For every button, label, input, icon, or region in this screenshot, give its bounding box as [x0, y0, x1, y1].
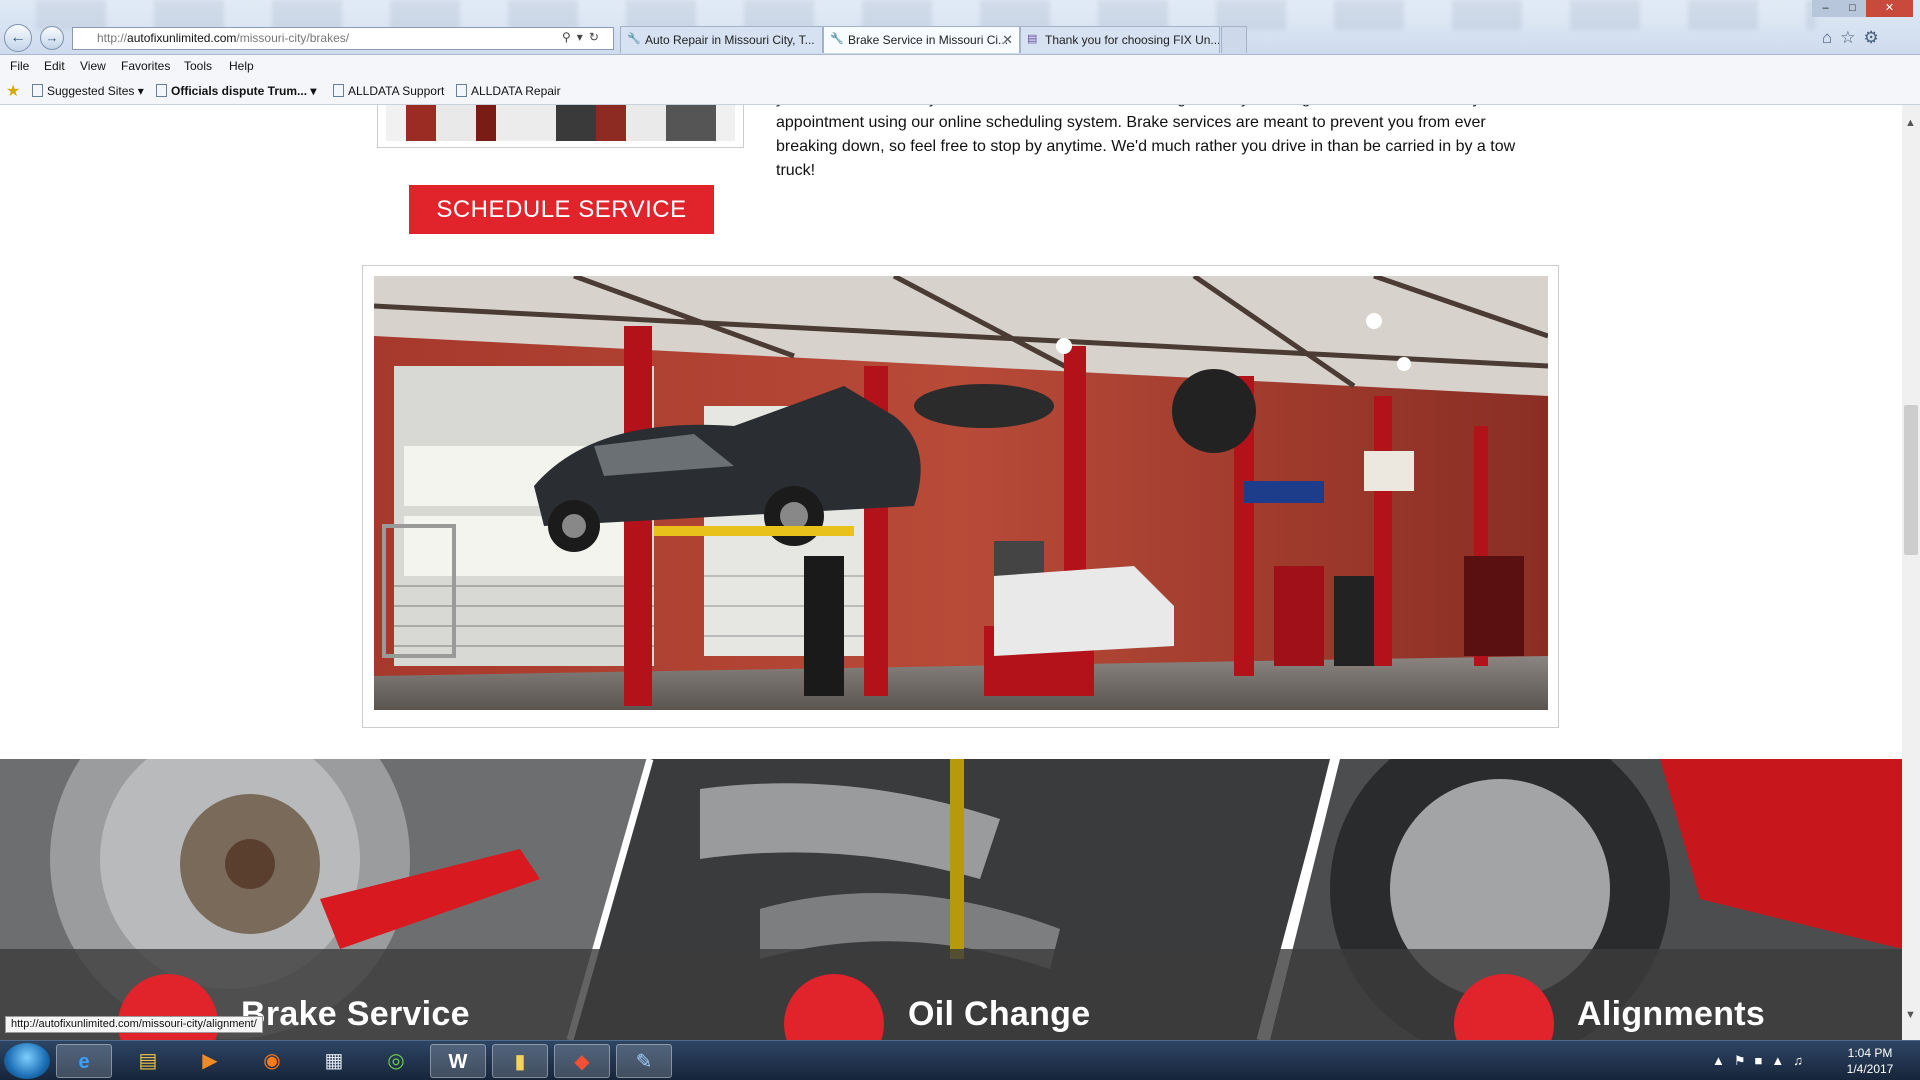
status-url-tooltip: http://autofixunlimited.com/missouri-cit… — [5, 1016, 263, 1033]
favorites-bar: ★ Suggested Sites ▾ Officials dispute Tr… — [0, 77, 1920, 105]
minimize-button[interactable]: – — [1812, 0, 1839, 17]
page-icon — [333, 84, 344, 97]
media-player-icon[interactable]: ▶ — [182, 1044, 238, 1078]
internet-explorer-icon[interactable]: e — [56, 1044, 112, 1078]
fav-officials-dispute[interactable]: Officials dispute Trum... ▾ — [156, 84, 316, 98]
address-bar[interactable]: http://autofixunlimited.com/missouri-cit… — [72, 27, 614, 50]
menu-help[interactable]: Help — [229, 59, 254, 73]
menu-favorites[interactable]: Favorites — [121, 59, 170, 73]
oil-change-link[interactable]: Oil Change — [908, 995, 1090, 1034]
wrench-icon: 🔧 — [830, 33, 844, 45]
chrome-icon[interactable]: ◎ — [368, 1044, 424, 1078]
scroll-thumb[interactable] — [1904, 405, 1918, 555]
menu-tools[interactable]: Tools — [184, 59, 212, 73]
windows-taskbar: e ▤ ▶ ◉ ▦ ◎ W ▮ ◆ ✎ ▲⚑■▲♫ 1:04 PM 1/4/20… — [0, 1040, 1920, 1080]
menu-edit[interactable]: Edit — [44, 59, 65, 73]
menu-file[interactable]: File — [10, 59, 29, 73]
brake-paragraph: your brake service. If your brakes are n… — [776, 105, 1516, 179]
close-tab-icon[interactable]: ✕ — [1002, 32, 1013, 48]
page-icon — [156, 84, 167, 97]
shop-thumbnail-image — [386, 105, 735, 141]
file-explorer-icon[interactable]: ▤ — [120, 1044, 176, 1078]
brake-service-link[interactable]: Brake Service — [241, 995, 470, 1034]
alignments-link[interactable]: Alignments — [1577, 995, 1765, 1034]
back-button[interactable]: ← — [4, 24, 32, 52]
schedule-service-button[interactable]: SCHEDULE SERVICE — [409, 185, 714, 234]
page-icon — [32, 84, 43, 97]
scroll-down-arrow-icon[interactable]: ▼ — [1905, 1009, 1916, 1021]
git-icon[interactable]: ◆ — [554, 1044, 610, 1078]
tab-auto-repair[interactable]: 🔧 Auto Repair in Missouri City, T... — [620, 26, 823, 53]
close-window-button[interactable]: ✕ — [1866, 0, 1913, 17]
scroll-up-arrow-icon[interactable]: ▲ — [1905, 117, 1916, 129]
start-button[interactable] — [4, 1043, 50, 1079]
browser-toolbar: ← → 🔧 http://autofixunlimited.com/missou… — [0, 0, 1920, 55]
tab-thank-you[interactable]: ▤ Thank you for choosing FIX Un... — [1020, 26, 1220, 53]
menu-bar: File Edit View Favorites Tools Help — [0, 55, 1920, 77]
tab-brake-service[interactable]: 🔧 Brake Service in Missouri Ci... ✕ — [823, 26, 1020, 53]
repair-shop-photo — [374, 276, 1548, 710]
home-favorites-settings-icons[interactable]: ⌂☆⚙ — [1822, 28, 1887, 48]
favorites-star-icon[interactable]: ★ — [6, 81, 20, 101]
forward-button[interactable]: → — [40, 26, 64, 50]
search-refresh-icons[interactable]: ⚲▾↻ — [562, 30, 605, 44]
paint-icon[interactable]: ✎ — [616, 1044, 672, 1078]
system-tray-icons[interactable]: ▲⚑■▲♫ — [1712, 1053, 1812, 1069]
vertical-scrollbar[interactable]: ▲ ▼ — [1902, 105, 1920, 1040]
fav-alldata-repair[interactable]: ALLDATA Repair — [456, 84, 561, 98]
web-page: SCHEDULE SERVICE your brake service. If … — [0, 105, 1902, 1040]
maximize-button[interactable]: □ — [1839, 0, 1866, 17]
services-strip: Brake Service Oil Change Alignments — [0, 759, 1902, 1040]
shop-photo-frame — [362, 265, 1559, 728]
firefox-icon[interactable]: ◉ — [244, 1044, 300, 1078]
fav-alldata-support[interactable]: ALLDATA Support — [333, 84, 444, 98]
new-tab-button[interactable] — [1221, 26, 1247, 53]
calculator-icon[interactable]: ▦ — [306, 1044, 362, 1078]
clock-time: 1:04 PM — [1847, 1046, 1893, 1060]
shop-thumbnail — [377, 105, 744, 148]
menu-view[interactable]: View — [80, 59, 106, 73]
clock-date: 1/4/2017 — [1846, 1062, 1894, 1076]
folder-icon[interactable]: ▮ — [492, 1044, 548, 1078]
fav-suggested-sites[interactable]: Suggested Sites ▾ — [32, 84, 144, 98]
word-icon[interactable]: W — [430, 1044, 486, 1078]
page-icon: ▤ — [1027, 33, 1038, 45]
wrench-icon: 🔧 — [627, 33, 641, 45]
clock[interactable]: 1:04 PM 1/4/2017 — [1830, 1045, 1910, 1077]
page-icon — [456, 84, 467, 97]
